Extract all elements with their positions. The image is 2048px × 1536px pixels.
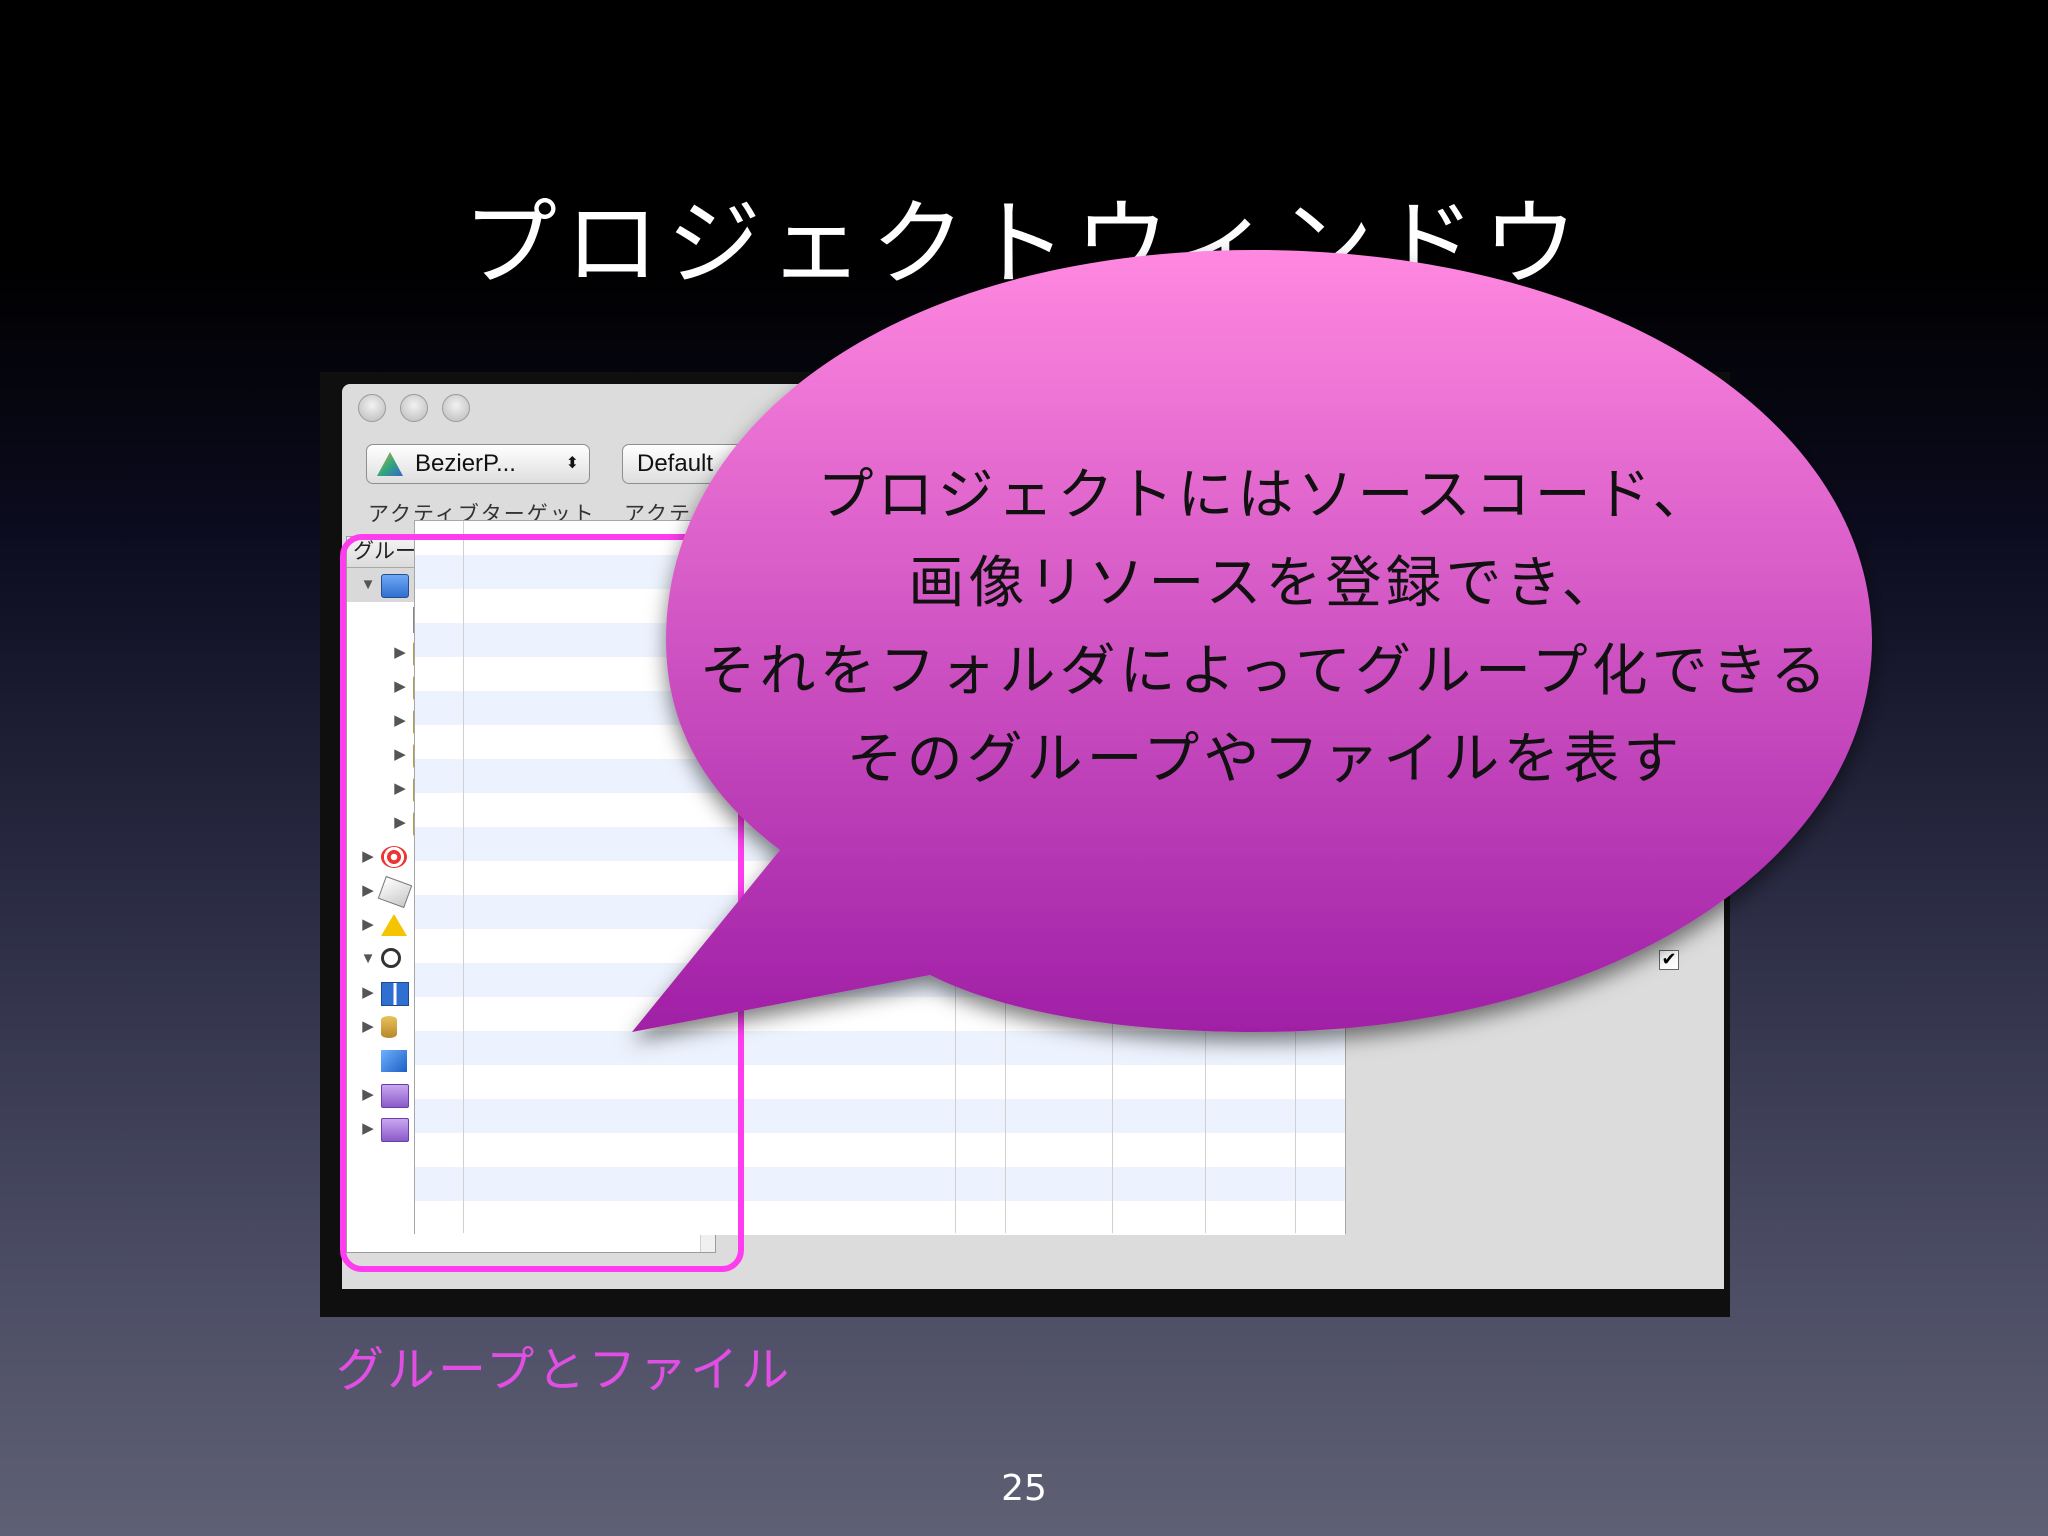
minimize-window-button[interactable]	[400, 394, 428, 422]
slide-caption: グループとファイル	[336, 1342, 793, 1398]
groups-files-highlight	[340, 534, 744, 1272]
close-window-button[interactable]	[358, 394, 386, 422]
callout-text: プロジェクトにはソースコード、 画像リソースを登録でき、 それをフォルダによって…	[690, 452, 1840, 804]
detail-checkbox[interactable]: ✔	[1659, 950, 1679, 970]
popup-arrows-icon: ⬍	[565, 455, 579, 472]
callout-line: 画像リソースを登録でき、	[908, 551, 1622, 616]
active-target-popup[interactable]: BezierP... ⬍	[366, 444, 590, 484]
slide-title: プロジェクトウィンドウ	[462, 190, 1585, 299]
callout-line: それをフォルダによってグループ化できる	[699, 639, 1831, 704]
active-target-value: BezierP...	[415, 450, 516, 477]
callout-line: プロジェクトにはソースコード、	[817, 463, 1713, 528]
callout-line: そのグループやファイルを表す	[846, 727, 1684, 792]
page-number: 25	[1001, 1468, 1047, 1509]
xcode-target-icon	[377, 452, 403, 476]
zoom-window-button[interactable]	[442, 394, 470, 422]
